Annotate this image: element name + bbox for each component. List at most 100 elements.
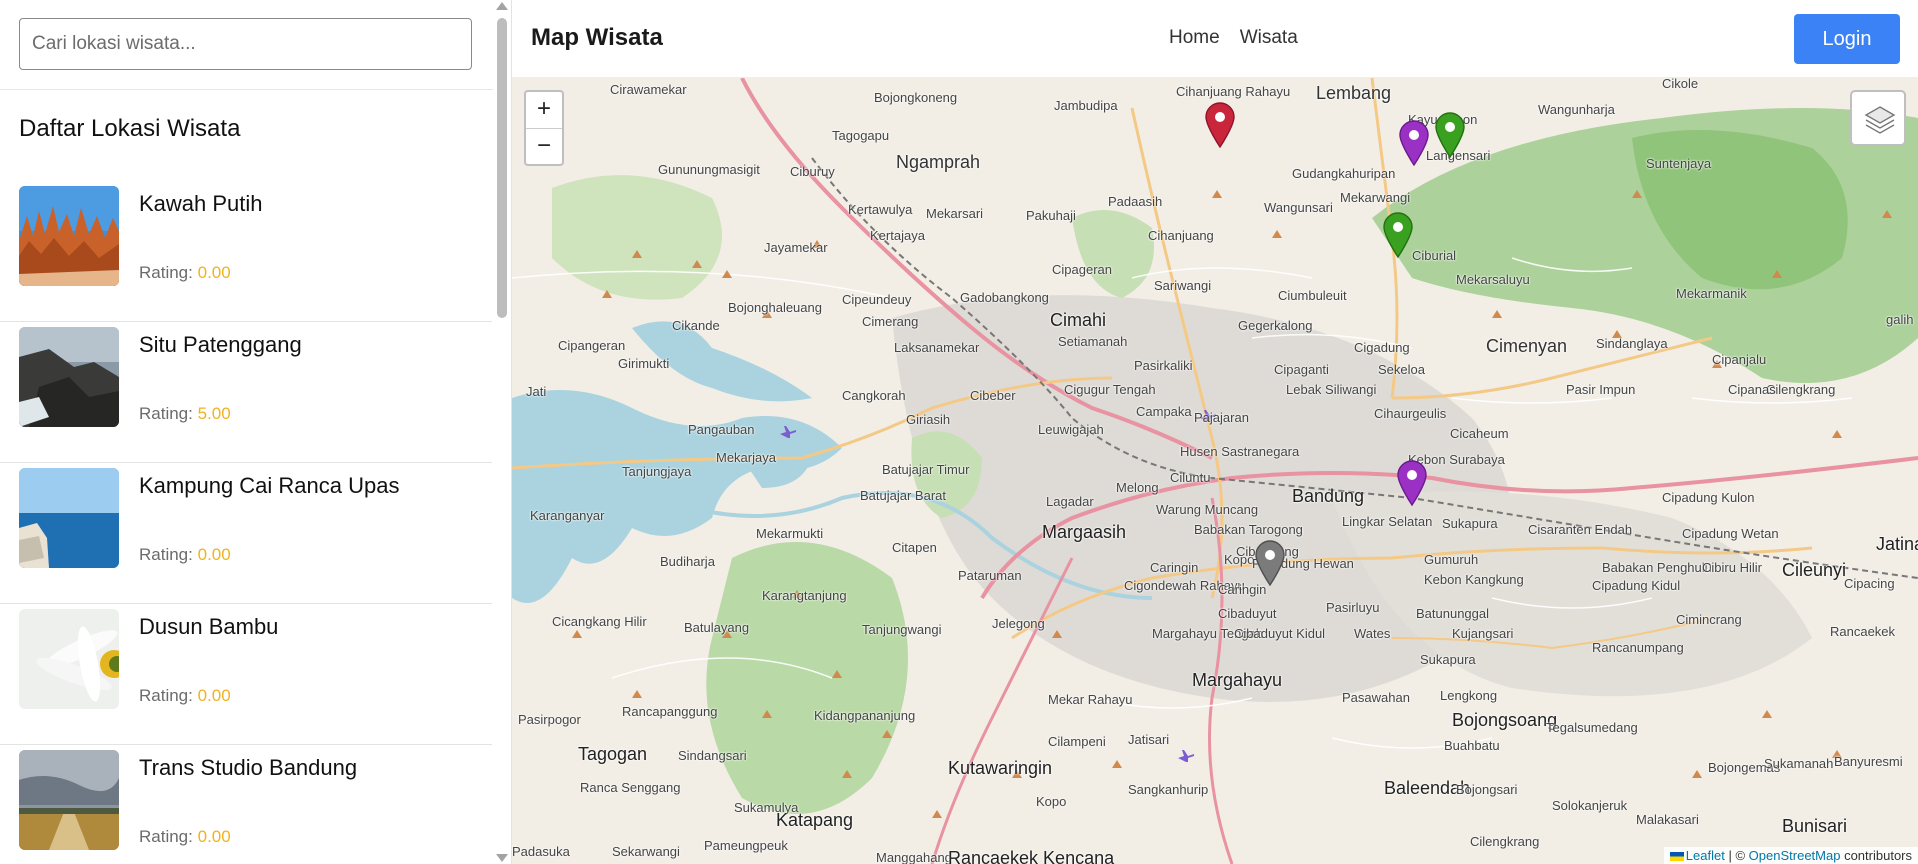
list-item[interactable]: Dusun Bambu Rating: 0.00 [0, 604, 492, 745]
map-label: Cimincrang [1676, 612, 1742, 627]
sidebar: Daftar Lokasi Wisata Kawah Putih Rating:… [0, 0, 512, 864]
map-label: Cigugur Tengah [1064, 382, 1156, 397]
rating-value: 0.00 [197, 686, 231, 705]
map-label: Sindangsari [678, 748, 747, 763]
app-brand[interactable]: Map Wisata [531, 24, 663, 52]
map-label: Leuwigajah [1038, 422, 1104, 437]
map-label: Suntenjaya [1646, 156, 1712, 171]
nav-wisata-link[interactable]: Wisata [1240, 27, 1298, 49]
map-label: Solokanjeruk [1552, 798, 1628, 813]
map-label: Sekarwangi [612, 844, 680, 859]
map-label: Cimerang [862, 314, 919, 329]
map-label: Gudangkahuripan [1292, 166, 1396, 181]
map-label: Husen Sastranegara [1180, 444, 1300, 459]
layers-control-button[interactable] [1850, 90, 1906, 146]
location-thumbnail [19, 186, 119, 286]
location-name: Kawah Putih [139, 191, 263, 216]
map-label: Pasawahan [1342, 690, 1410, 705]
map-label: Margahayu [1192, 670, 1283, 690]
map-label: Bojongsari [1456, 782, 1518, 797]
zoom-in-button[interactable]: + [526, 92, 562, 128]
map-label: Jambudipa [1054, 98, 1118, 113]
map-marker-purple-icon[interactable] [1398, 120, 1430, 166]
list-item[interactable]: Kampung Cai Ranca Upas Rating: 0.00 [0, 463, 492, 604]
map-label: Rancapanggung [622, 704, 718, 719]
map-label: Budiharja [660, 554, 715, 569]
map-label: Lagadar [1046, 494, 1094, 509]
map-label: Cangkorah [842, 388, 906, 403]
map-label: Gegerkalong [1238, 318, 1313, 333]
rating-value: 0.00 [197, 545, 231, 564]
map-label: Wangunsari [1264, 200, 1333, 215]
map-label: Girimukti [618, 356, 670, 371]
map-tiles [512, 78, 1918, 864]
rating-value: 5.00 [197, 404, 231, 423]
map-label: Ranca Senggang [580, 780, 681, 795]
top-navbar: Map Wisata Home Wisata Login [512, 0, 1918, 78]
zoom-out-button[interactable]: − [526, 128, 562, 164]
scroll-thumb[interactable] [497, 18, 507, 318]
list-title: Daftar Lokasi Wisata [19, 115, 241, 142]
list-header: Daftar Lokasi Wisata [0, 90, 511, 181]
map-marker-purple-icon[interactable] [1396, 460, 1428, 506]
map-label: Pasirluyu [1326, 600, 1380, 615]
map-marker-green-icon[interactable] [1382, 212, 1414, 258]
map-label: Cipadung Wetan [1682, 526, 1779, 541]
map-label: Setiamanah [1058, 334, 1128, 349]
daisy-flower-image [19, 609, 119, 709]
map-label: Sangkanhurip [1128, 782, 1209, 797]
map-label: Babakan Tarogong [1194, 522, 1303, 537]
map-label: Pangauban [688, 422, 755, 437]
login-button[interactable]: Login [1794, 14, 1900, 64]
map-label: Bandung [1292, 486, 1365, 506]
map-label: Rancanumpang [1592, 640, 1684, 655]
scroll-down-icon[interactable] [496, 854, 508, 862]
scroll-up-icon[interactable] [496, 2, 508, 10]
map-label: Cimenyan [1486, 336, 1568, 356]
map-label: Cigadung [1354, 340, 1410, 355]
map-label: Karangtanjung [762, 588, 847, 603]
layers-icon [1864, 106, 1896, 134]
map-label: Wangunharja [1538, 102, 1615, 117]
location-name: Kampung Cai Ranca Upas [139, 473, 400, 498]
map-label: Rancaekek [1830, 624, 1896, 639]
map-label: Mekarwangi [1340, 190, 1411, 205]
osm-link[interactable]: OpenStreetMap [1749, 848, 1841, 863]
list-item[interactable]: Kawah Putih Rating: 0.00 [0, 181, 492, 322]
location-rating: Rating: 0.00 [139, 827, 231, 847]
map-container[interactable]: Cirawamekar Bojongkoneng Jambudipa Cihan… [512, 78, 1918, 864]
map-label: Katapang [776, 810, 854, 830]
map-marker-gray-icon[interactable] [1254, 540, 1286, 586]
map-label: Lembang [1316, 83, 1392, 103]
map-label: Banyuresmi [1834, 754, 1903, 769]
map-label: Sukamanah [1764, 756, 1834, 771]
sidebar-scrollbar[interactable] [493, 0, 511, 864]
map-label: Cicangkang Hilir [552, 614, 647, 629]
map-label: Cipadung Kidul [1592, 578, 1681, 593]
map-label: Cilampeni [1048, 734, 1106, 749]
map-label: Kertawulya [848, 202, 913, 217]
map-label: Mekarsari [926, 206, 984, 221]
map-marker-red-icon[interactable] [1204, 102, 1236, 148]
map-label: Caringin [1150, 560, 1199, 575]
location-thumbnail [19, 468, 119, 568]
location-rating: Rating: 0.00 [139, 545, 231, 565]
ukraine-flag-icon [1669, 852, 1684, 862]
nav-home-link[interactable]: Home [1169, 27, 1220, 49]
map-label: Campaka [1136, 404, 1192, 419]
map-label: Cipaganti [1274, 362, 1329, 377]
map-marker-green-icon[interactable] [1434, 112, 1466, 158]
map-label: Margaasih [1042, 522, 1127, 542]
list-item[interactable]: Trans Studio Bandung Rating: 0.00 [0, 745, 492, 864]
map-label: Lingkar Selatan [1342, 514, 1433, 529]
list-item[interactable]: Situ Patenggang Rating: 5.00 [0, 322, 492, 463]
map-label: Tagogan [578, 744, 648, 764]
map-label: Wates [1354, 626, 1391, 641]
canyon-rocks-image [19, 186, 119, 286]
map-label: Jayamekar [764, 240, 828, 255]
map-label: Batujajar Barat [860, 488, 946, 503]
search-input[interactable] [19, 18, 472, 70]
leaflet-link[interactable]: Leaflet [1686, 848, 1725, 863]
location-list: Kawah Putih Rating: 0.00 Situ Patenggang… [0, 181, 492, 864]
location-name: Situ Patenggang [139, 332, 302, 357]
